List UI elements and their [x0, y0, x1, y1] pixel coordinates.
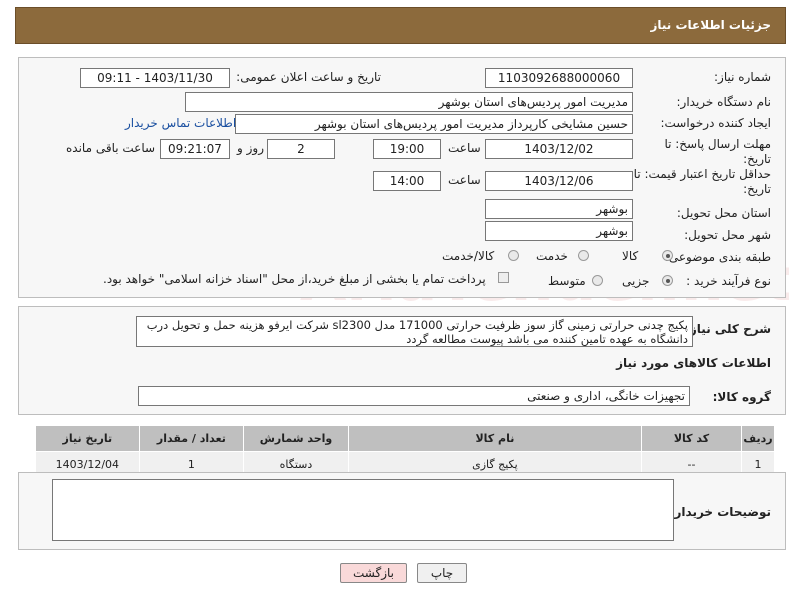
announce-field: 1403/11/30 - 09:11	[80, 68, 230, 88]
buyer-notes-label: توضیحات خریدار:	[669, 505, 771, 519]
category-goods-label: کالا	[622, 249, 639, 263]
deadline-date-field: 1403/12/02	[485, 139, 633, 159]
category-label: طبقه بندی موضوعی:	[664, 250, 771, 264]
col-quantity: تعداد / مقدار	[138, 425, 245, 452]
category-goods-radio[interactable]	[662, 250, 673, 261]
description-label: شرح کلی نیاز:	[685, 322, 771, 336]
goods-table: ردیف کد کالا نام کالا واحد شمارش تعداد /…	[35, 425, 775, 478]
creator-field: حسین مشایخی کارپرداز مدیریت امور پردیس‌ه…	[235, 114, 633, 134]
deadline-time-field: 19:00	[373, 139, 441, 159]
col-name: نام کالا	[347, 425, 642, 452]
validity-date-field: 1403/12/06	[485, 171, 633, 191]
days-remaining-field: 2	[267, 139, 335, 159]
goods-group-label: گروه کالا:	[712, 390, 771, 404]
city-label: شهر محل تحویل:	[684, 228, 771, 242]
treasury-payment-note: پرداخت تمام یا بخشی از مبلغ خرید،از محل …	[103, 272, 486, 286]
province-field: بوشهر	[485, 199, 633, 219]
buyer-contact-link[interactable]: اطلاعات تماس خریدار	[125, 116, 236, 130]
process-minor-radio[interactable]	[662, 275, 673, 286]
process-label: نوع فرآیند خرید :	[686, 274, 771, 288]
deadline-time-label: ساعت	[448, 141, 481, 155]
col-unit: واحد شمارش	[243, 425, 349, 452]
goods-section-title: اطلاعات کالاهای مورد نیاز	[616, 356, 771, 370]
remaining-time-label: ساعت باقی مانده	[66, 141, 156, 155]
col-row: ردیف	[741, 425, 775, 452]
need-number-field: 1103092688000060	[485, 68, 633, 88]
description-field: پکیج چدنی حرارتی زمینی گاز سوز ظرفیت حرا…	[136, 316, 693, 347]
buyer-notes-field[interactable]	[52, 479, 674, 541]
validity-label: حداقل تاریخ اعتبار قیمت: تا تاریخ:	[633, 167, 771, 196]
buyer-org-field: مدیریت امور پردیس‌های استان بوشهر	[185, 92, 633, 112]
remaining-time-field: 09:21:07	[160, 139, 230, 159]
need-number-label: شماره نیاز:	[714, 70, 771, 84]
category-goods-service-radio[interactable]	[508, 250, 519, 261]
page-title: جزئیات اطلاعات نیاز	[650, 18, 771, 32]
validity-time-field: 14:00	[373, 171, 441, 191]
process-minor-label: جزیی	[622, 274, 650, 288]
goods-group-field: تجهیزات خانگی، اداری و صنعتی	[138, 386, 690, 406]
days-label: روز و	[237, 141, 264, 155]
city-field: بوشهر	[485, 221, 633, 241]
col-need-date: تاریخ نیاز	[35, 425, 140, 452]
page-header: جزئیات اطلاعات نیاز	[15, 7, 786, 44]
treasury-payment-checkbox[interactable]	[498, 272, 509, 283]
print-button[interactable]: چاپ	[417, 563, 467, 583]
table-header-row: ردیف کد کالا نام کالا واحد شمارش تعداد /…	[35, 425, 775, 452]
province-label: استان محل تحویل:	[676, 206, 771, 220]
category-goods-service-label: کالا/خدمت	[442, 249, 495, 263]
deadline-label: مهلت ارسال پاسخ: تا تاریخ:	[664, 137, 771, 166]
buyer-org-label: نام دستگاه خریدار:	[676, 95, 772, 109]
category-service-radio[interactable]	[578, 250, 589, 261]
process-medium-label: متوسط	[548, 274, 586, 288]
announce-label: تاریخ و ساعت اعلان عمومی:	[236, 70, 381, 84]
creator-label: ایجاد کننده درخواست:	[660, 116, 771, 130]
category-service-label: خدمت	[536, 249, 568, 263]
validity-time-label: ساعت	[448, 173, 481, 187]
back-button[interactable]: بازگشت	[340, 563, 407, 583]
process-medium-radio[interactable]	[592, 275, 603, 286]
col-code: کد کالا	[640, 425, 743, 452]
